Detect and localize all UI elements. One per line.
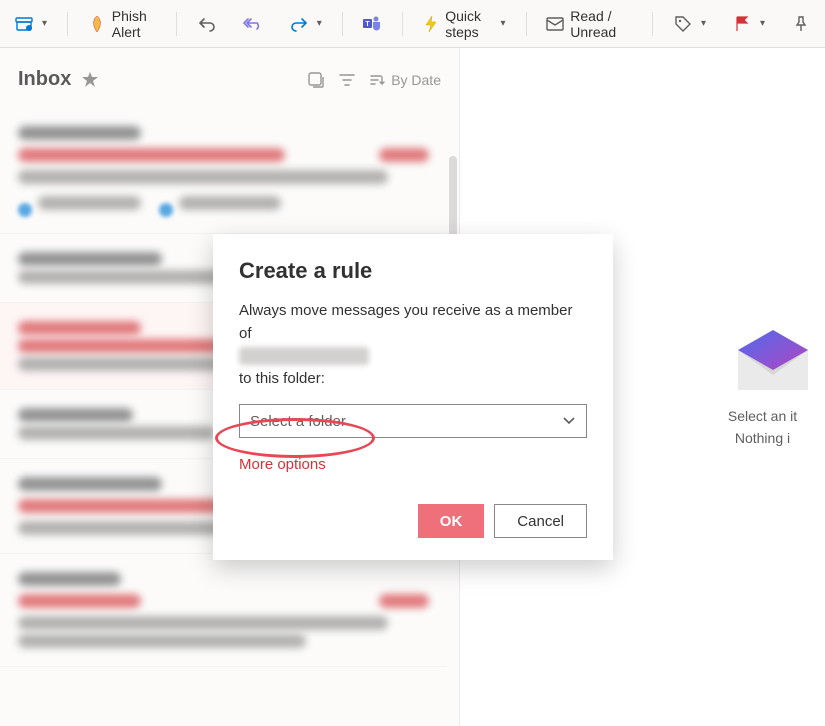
chevron-down-icon: ▾ <box>501 18 506 29</box>
star-icon[interactable] <box>81 71 99 89</box>
select-folder-placeholder: Select a folder <box>250 413 346 430</box>
quick-steps-button[interactable]: Quick steps ▾ <box>417 4 511 44</box>
tag-icon <box>673 14 693 34</box>
flag-icon <box>732 14 752 34</box>
teams-icon: T <box>362 14 382 34</box>
dialog-text-post: to this folder: <box>239 370 325 387</box>
dialog-text-pre: Always move messages you receive as a me… <box>239 302 572 342</box>
undo-button[interactable] <box>191 10 223 38</box>
svg-text:T: T <box>366 21 371 28</box>
chevron-down-icon: ▾ <box>317 18 322 29</box>
tag-button[interactable]: ▾ <box>667 10 712 38</box>
separator <box>652 12 653 36</box>
archive-icon <box>14 14 34 34</box>
undo-icon <box>197 14 217 34</box>
forward-button[interactable]: ▾ <box>283 10 328 38</box>
chevron-down-icon: ▾ <box>701 18 706 29</box>
main-toolbar: ▾ Phish Alert ▾ T Quick steps ▾ <box>0 0 825 48</box>
read-unread-button[interactable]: Read / Unread <box>540 4 638 44</box>
dialog-title: Create a rule <box>239 258 587 284</box>
reply-all-icon <box>243 14 263 34</box>
inbox-label: Inbox <box>18 68 71 91</box>
message-item[interactable] <box>0 108 447 234</box>
msglist-header: Inbox By Date <box>0 48 459 101</box>
separator <box>526 12 527 36</box>
redacted-group-name <box>239 347 369 365</box>
bydate-label: By Date <box>391 72 441 88</box>
reading-placeholder-text: Select an it Nothing i <box>728 405 797 450</box>
sort-button[interactable]: By Date <box>369 72 441 88</box>
more-options-link[interactable]: More options <box>239 456 326 473</box>
reply-all-button[interactable] <box>237 10 269 38</box>
select-folder-dropdown[interactable]: Select a folder <box>239 404 587 438</box>
read-unread-label: Read / Unread <box>570 8 632 40</box>
select-all-icon[interactable] <box>307 71 325 89</box>
chevron-down-icon: ▾ <box>42 18 47 29</box>
phish-alert-label: Phish Alert <box>112 8 156 40</box>
chevron-down-icon <box>562 416 576 426</box>
lightning-icon <box>423 14 439 34</box>
envelope-icon <box>546 14 564 34</box>
inbox-title: Inbox <box>18 68 99 91</box>
filter-icon[interactable] <box>339 73 355 87</box>
create-rule-dialog: Create a rule Always move messages you r… <box>213 234 613 560</box>
phish-alert-button[interactable]: Phish Alert <box>82 4 162 44</box>
separator <box>67 12 68 36</box>
ok-button[interactable]: OK <box>418 504 485 538</box>
message-item[interactable] <box>0 554 447 667</box>
phish-icon <box>88 14 106 34</box>
reading-line2: Nothing i <box>728 427 797 449</box>
separator <box>342 12 343 36</box>
separator <box>176 12 177 36</box>
separator <box>402 12 403 36</box>
sort-icon <box>369 73 385 87</box>
teams-button[interactable]: T <box>356 10 388 38</box>
dialog-buttons: OK Cancel <box>239 504 587 538</box>
pin-button[interactable] <box>785 10 817 38</box>
envelope-illustration <box>733 325 793 385</box>
flag-button[interactable]: ▾ <box>726 10 771 38</box>
cancel-button[interactable]: Cancel <box>494 504 587 538</box>
reading-line1: Select an it <box>728 405 797 427</box>
forward-icon <box>289 14 309 34</box>
quick-steps-label: Quick steps <box>445 8 492 40</box>
pin-icon <box>791 14 811 34</box>
chevron-down-icon: ▾ <box>760 18 765 29</box>
dialog-body-text: Always move messages you receive as a me… <box>239 300 587 390</box>
archive-button[interactable]: ▾ <box>8 10 53 38</box>
msglist-header-controls: By Date <box>307 71 441 89</box>
